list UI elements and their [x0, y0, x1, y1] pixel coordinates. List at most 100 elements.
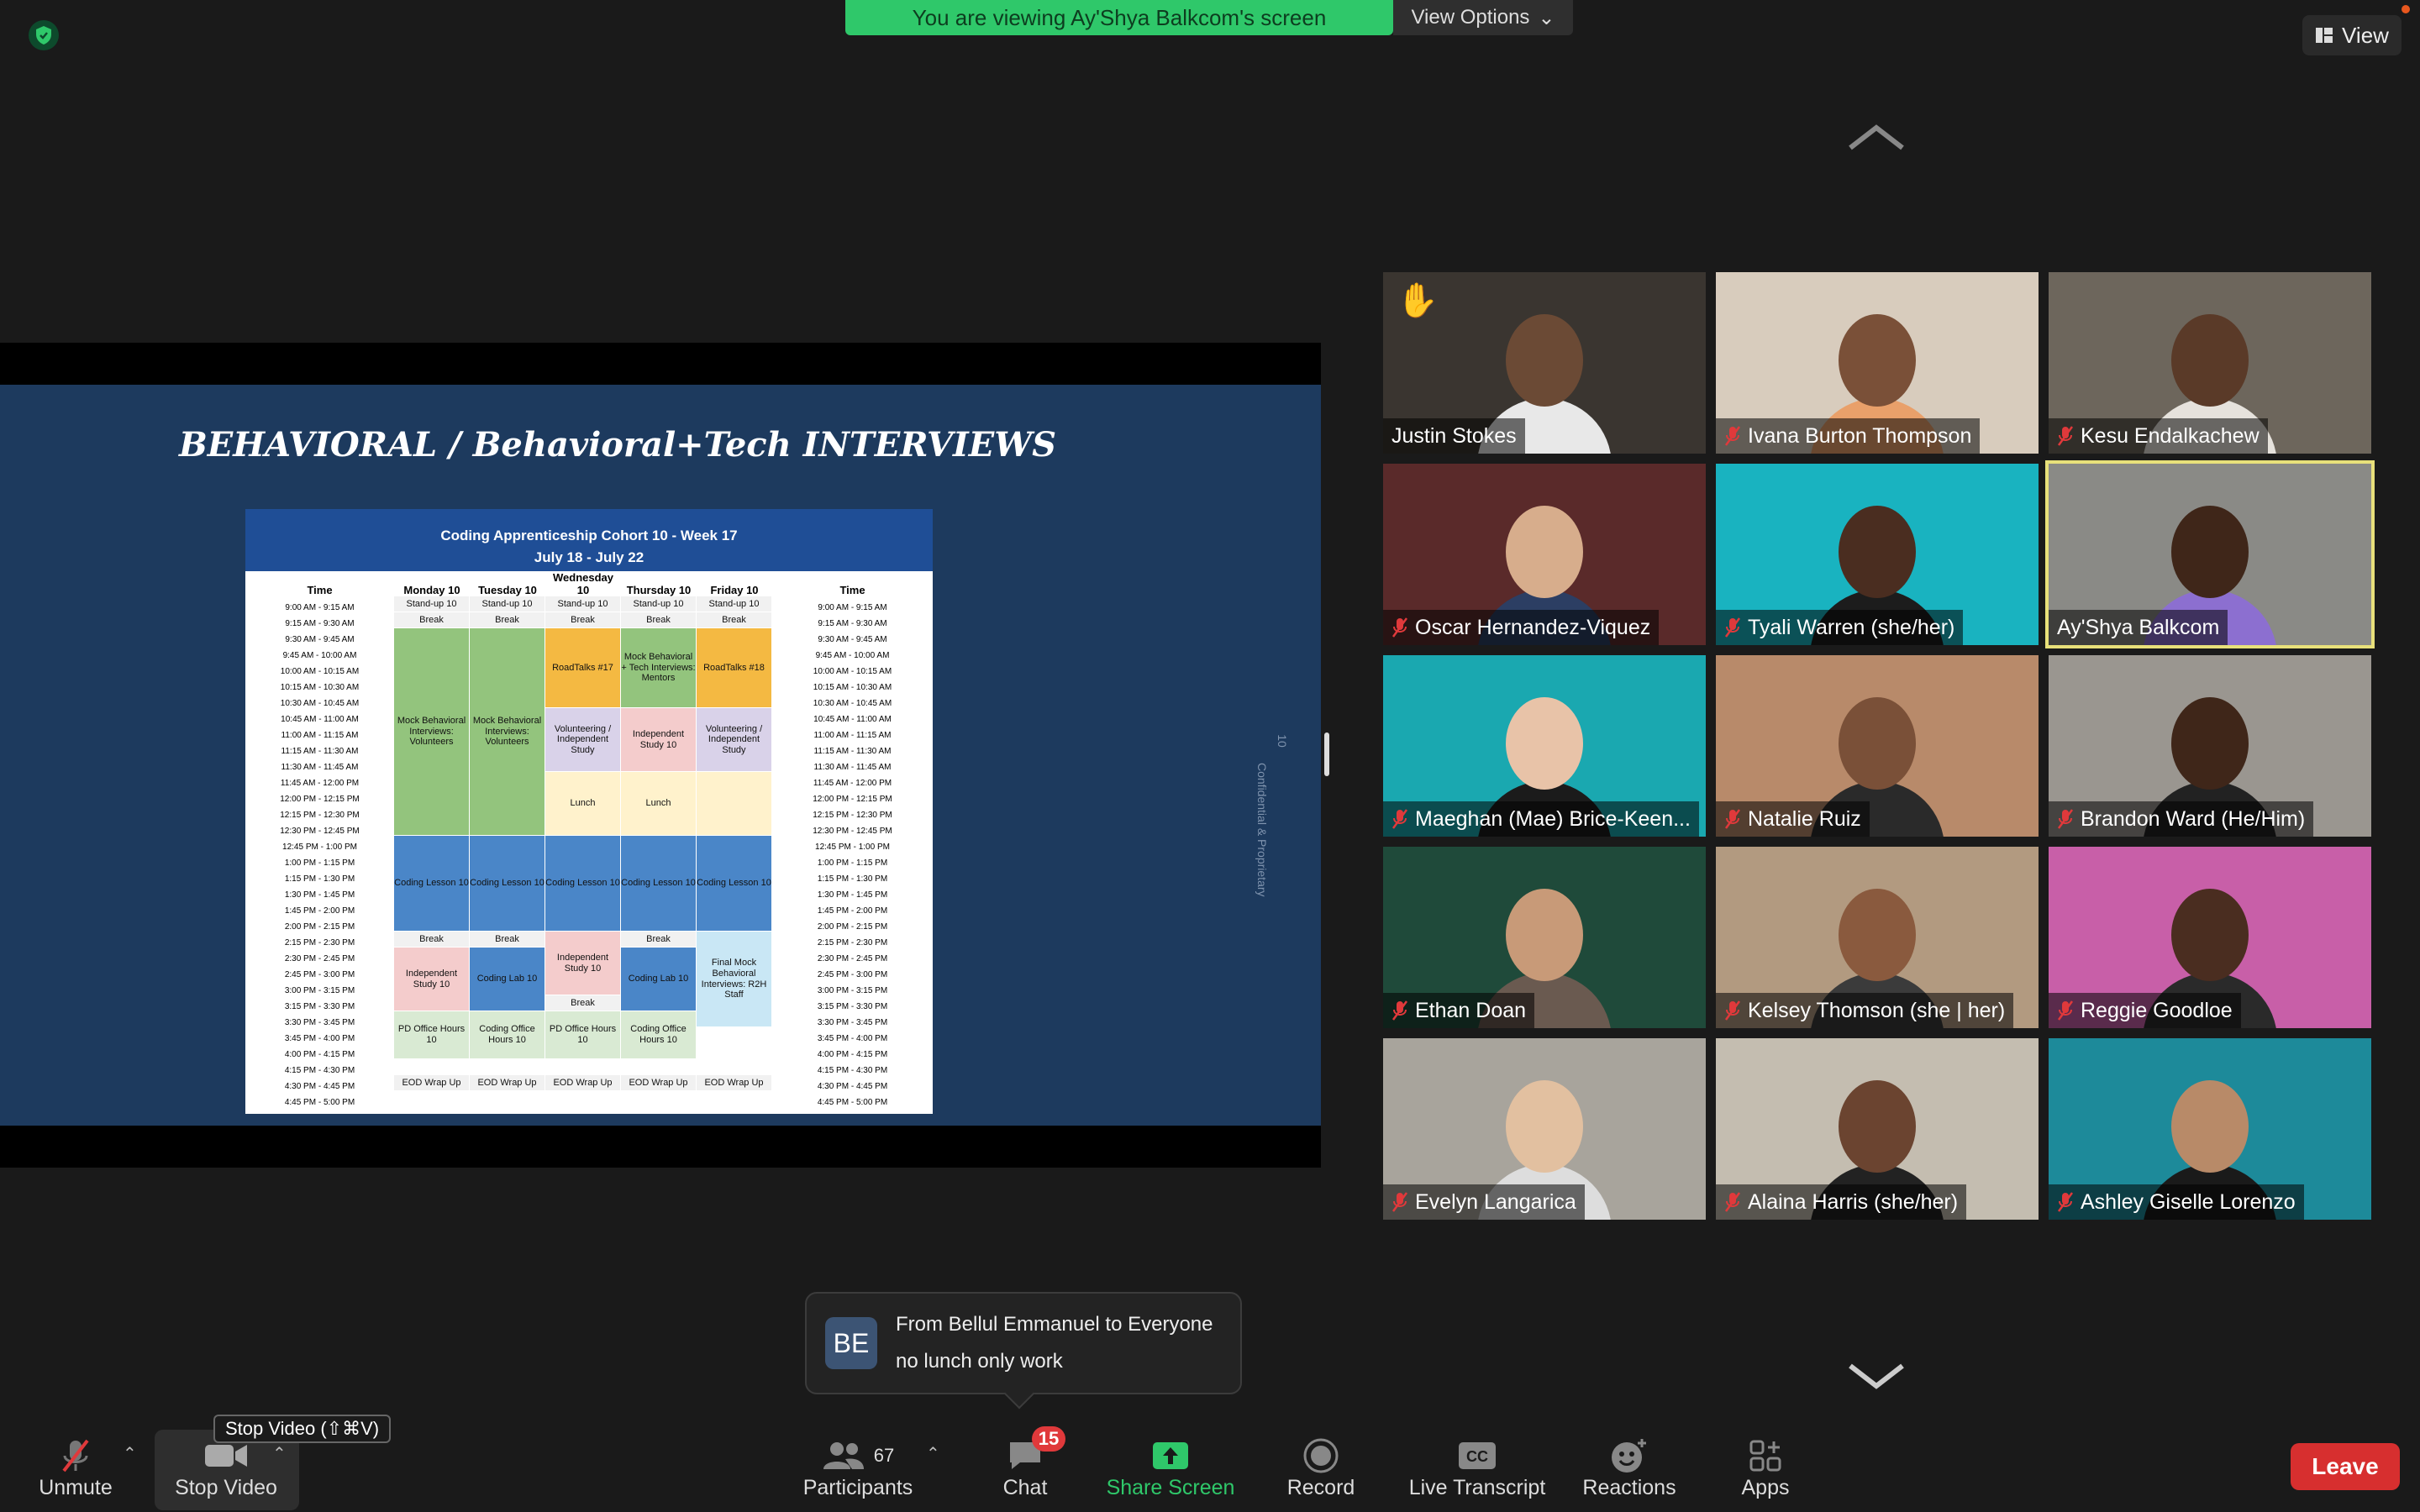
live-transcript-button[interactable]: CC Live Transcript	[1402, 1433, 1553, 1509]
participants-count: 67	[873, 1445, 895, 1466]
leave-button[interactable]: Leave	[2291, 1443, 2400, 1490]
time-slot: 4:45 PM - 5:00 PM	[817, 1098, 888, 1107]
video-tile[interactable]: Ashley Giselle Lorenzo	[2049, 1038, 2371, 1220]
participants-options-caret[interactable]: ⌃	[926, 1443, 940, 1464]
participant-name-tag: Evelyn Langarica	[1383, 1184, 1585, 1220]
participant-name-tag: Ashley Giselle Lorenzo	[2049, 1184, 2304, 1220]
participant-name-tag: Natalie Ruiz	[1716, 801, 1870, 837]
view-options-button[interactable]: View Options ⌄	[1393, 0, 1573, 35]
mic-muted-icon	[1724, 1192, 1741, 1212]
time-slot: 10:15 AM - 10:30 AM	[280, 683, 360, 692]
schedule-block: Coding Lesson 10	[621, 836, 696, 931]
video-tile[interactable]: Kelsey Thomson (she | her)	[1716, 847, 2039, 1028]
video-tile[interactable]: Kesu Endalkachew	[2049, 272, 2371, 454]
participant-face	[1506, 889, 1583, 981]
record-button[interactable]: Record	[1279, 1433, 1363, 1509]
participant-face	[1839, 506, 1916, 598]
mic-muted-icon	[1392, 1000, 1408, 1021]
participant-face	[1506, 506, 1583, 598]
video-tile[interactable]: Alaina Harris (she/her)	[1716, 1038, 2039, 1220]
schedule-block: Break	[697, 612, 771, 627]
time-slot: 9:00 AM - 9:15 AM	[285, 603, 355, 612]
time-slot: 3:00 PM - 3:15 PM	[284, 986, 355, 995]
split-resize-handle[interactable]	[1324, 732, 1329, 776]
mic-muted-icon	[1392, 809, 1408, 829]
reactions-label: Reactions	[1582, 1476, 1676, 1499]
reactions-button[interactable]: Reactions	[1576, 1433, 1682, 1509]
time-slot: 9:30 AM - 9:45 AM	[818, 635, 887, 644]
video-tile[interactable]: Tyali Warren (she/her)	[1716, 464, 2039, 645]
schedule-block: Coding Office Hours 10	[470, 1011, 544, 1058]
schedule-block: Stand-up 10	[470, 596, 544, 612]
schedule-block: Lunch	[621, 772, 696, 835]
schedule-block: EOD Wrap Up	[545, 1075, 620, 1090]
apps-button[interactable]: Apps	[1734, 1433, 1797, 1509]
participant-name-tag: Brandon Ward (He/Him)	[2049, 801, 2314, 837]
video-tile[interactable]: Oscar Hernandez-Viquez	[1383, 464, 1706, 645]
time-slot: 3:00 PM - 3:15 PM	[817, 986, 888, 995]
chevron-up-icon[interactable]	[1847, 123, 1906, 153]
time-slot: 2:45 PM - 3:00 PM	[817, 970, 888, 979]
video-tile[interactable]: Brandon Ward (He/Him)	[2049, 655, 2371, 837]
time-slot: 10:45 AM - 11:00 AM	[281, 715, 359, 724]
chevron-down-icon[interactable]	[1847, 1361, 1906, 1391]
participant-name: Natalie Ruiz	[1748, 806, 1861, 831]
schedule-block: Stand-up 10	[697, 596, 771, 612]
video-tile[interactable]: Natalie Ruiz	[1716, 655, 2039, 837]
participant-name-tag: Tyali Warren (she/her)	[1716, 610, 1964, 645]
time-slot: 2:15 PM - 2:30 PM	[817, 938, 888, 948]
closed-captions-icon: CC	[1459, 1442, 1496, 1469]
time-slot: 3:15 PM - 3:30 PM	[284, 1002, 355, 1011]
time-slot: 9:45 AM - 10:00 AM	[815, 651, 890, 660]
schedule-block: Coding Lesson 10	[697, 836, 771, 931]
video-tile[interactable]: ✋ Justin Stokes	[1383, 272, 1706, 454]
participant-face	[2171, 314, 2249, 407]
view-button[interactable]: View	[2302, 15, 2402, 55]
time-slot: 10:15 AM - 10:30 AM	[813, 683, 892, 692]
security-shield-icon[interactable]	[29, 20, 59, 50]
time-slot: 2:30 PM - 2:45 PM	[817, 954, 888, 963]
time-slot: 11:15 AM - 11:30 AM	[813, 747, 892, 756]
chat-notification[interactable]: BE From Bellul Emmanuel to Everyone no l…	[805, 1292, 1242, 1394]
participant-name: Ivana Burton Thompson	[1748, 423, 1972, 448]
schedule-block: Mock Behavioral + Tech Interviews: Mento…	[621, 628, 696, 707]
participant-face	[1506, 314, 1583, 407]
schedule-block	[697, 772, 771, 835]
schedule-block: EOD Wrap Up	[394, 1075, 469, 1090]
schedule-block: Coding Lesson 10	[545, 836, 620, 931]
participant-face	[2171, 889, 2249, 981]
participant-name: Ay'Shya Balkcom	[2057, 615, 2220, 639]
participant-name: Maeghan (Mae) Brice-Keen...	[1415, 806, 1691, 831]
time-slot: 9:30 AM - 9:45 AM	[285, 635, 355, 644]
video-tile[interactable]: Ay'Shya Balkcom	[2045, 460, 2375, 648]
audio-options-caret[interactable]: ⌃	[123, 1443, 137, 1464]
participant-face	[2171, 506, 2249, 598]
video-tile[interactable]: Evelyn Langarica	[1383, 1038, 1706, 1220]
video-tile[interactable]: Ivana Burton Thompson	[1716, 272, 2039, 454]
schedule-header: Time	[307, 584, 333, 596]
participants-button[interactable]: 67 Participants	[798, 1433, 918, 1509]
time-slot: 1:30 PM - 1:45 PM	[817, 890, 888, 900]
schedule-block: Break	[545, 612, 620, 627]
time-slot: 12:45 PM - 1:00 PM	[282, 843, 357, 852]
video-tile[interactable]: Reggie Goodloe	[2049, 847, 2371, 1028]
video-tile[interactable]: Maeghan (Mae) Brice-Keen...	[1383, 655, 1706, 837]
time-slot: 9:15 AM - 9:30 AM	[285, 619, 355, 628]
participant-name: Evelyn Langarica	[1415, 1189, 1576, 1214]
schedule-header: Thursday 10	[626, 584, 692, 596]
schedule-block: Coding Lab 10	[470, 948, 544, 1011]
time-slot: 4:30 PM - 4:45 PM	[284, 1082, 355, 1091]
mic-muted-icon	[1724, 617, 1741, 638]
schedule-block: Break	[470, 612, 544, 627]
time-slot: 9:00 AM - 9:15 AM	[818, 603, 887, 612]
video-options-caret[interactable]: ⌃	[272, 1443, 287, 1464]
participant-face	[1839, 889, 1916, 981]
stop-video-button[interactable]: Stop Video	[165, 1433, 287, 1509]
video-tile[interactable]: Ethan Doan	[1383, 847, 1706, 1028]
schedule-table: Coding Apprenticeship Cohort 10 - Week 1…	[245, 509, 933, 1114]
schedule-block: Independent Study 10	[621, 708, 696, 771]
live-transcript-label: Live Transcript	[1408, 1476, 1546, 1499]
unmute-button[interactable]: Unmute	[34, 1433, 118, 1509]
share-screen-button[interactable]: Share Screen	[1101, 1433, 1240, 1509]
time-slot: 10:30 AM - 10:45 AM	[813, 699, 892, 708]
